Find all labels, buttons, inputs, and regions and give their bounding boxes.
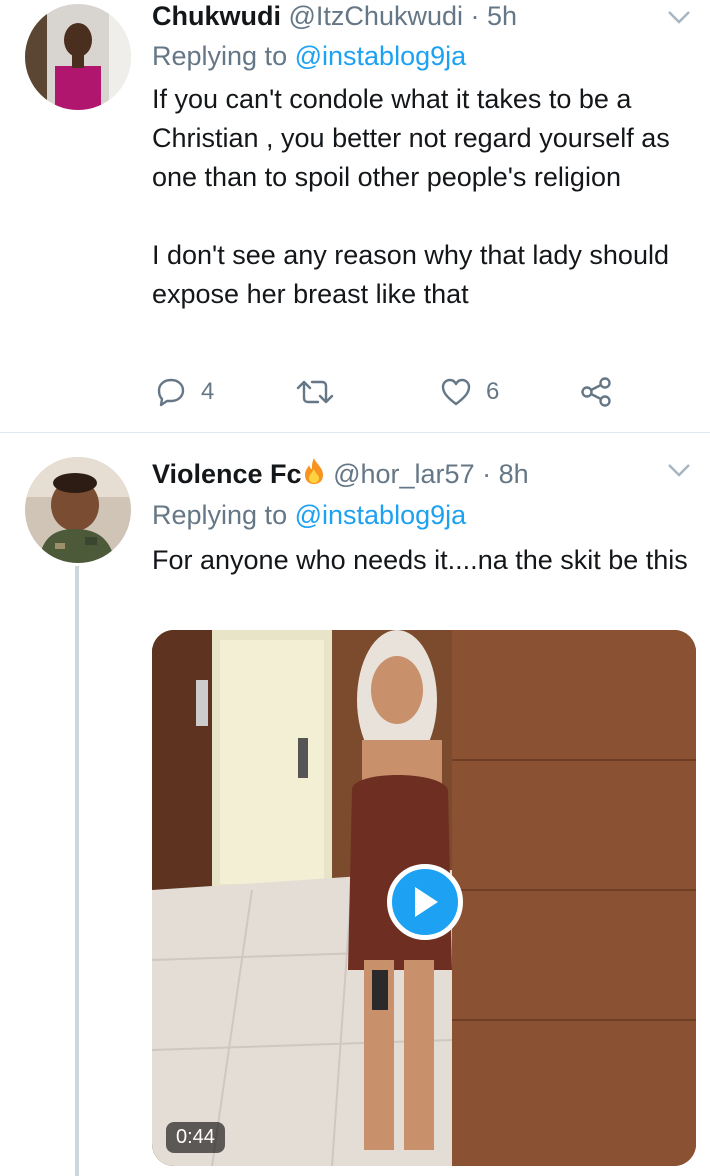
thread-line [75, 566, 79, 1176]
display-name[interactable]: Violence Fc [152, 459, 302, 489]
timestamp[interactable]: · 5h [471, 1, 518, 31]
mention-link[interactable]: @instablog9ja [295, 500, 467, 530]
replying-to: Replying to @instablog9ja [152, 40, 466, 72]
like-button[interactable]: 6 [440, 372, 499, 412]
heart-icon [441, 378, 471, 406]
fire-emoji-icon [302, 457, 326, 492]
video-duration: 0:44 [166, 1122, 225, 1153]
tweet-paragraph: For anyone who needs it....na the skit b… [152, 545, 688, 575]
tweet-header: Violence Fc @hor_lar57 · 8h [152, 457, 529, 492]
user-handle[interactable]: @ItzChukwudi [289, 1, 463, 31]
chevron-down-icon[interactable] [666, 4, 692, 30]
share-button[interactable] [580, 372, 612, 412]
user-handle[interactable]: @hor_lar57 [333, 459, 475, 489]
play-button[interactable] [387, 864, 463, 940]
share-icon [581, 377, 611, 407]
mention-link[interactable]: @instablog9ja [295, 41, 467, 71]
reply-count: 4 [201, 378, 215, 405]
timestamp[interactable]: · 8h [482, 459, 529, 489]
avatar[interactable] [25, 4, 131, 110]
tweet-actions: 4 6 [152, 372, 622, 412]
tweet-text: If you can't condole what it takes to be… [152, 80, 697, 314]
reply-icon [157, 378, 185, 407]
video-player[interactable]: 0:44 [152, 630, 696, 1166]
display-name[interactable]: Chukwudi [152, 1, 281, 31]
tweet-violence-fc[interactable]: Violence Fc @hor_lar57 · 8h Replying to … [0, 433, 710, 1176]
tweet-paragraph: I don't see any reason why that lady sho… [152, 240, 669, 309]
play-icon [415, 887, 438, 917]
retweet-icon [296, 380, 334, 404]
tweet-paragraph: If you can't condole what it takes to be… [152, 84, 670, 192]
tweet-chukwudi[interactable]: Chukwudi @ItzChukwudi · 5h Replying to @… [0, 0, 710, 433]
reply-button[interactable]: 4 [155, 372, 214, 412]
tweet-text: For anyone who needs it....na the skit b… [152, 541, 697, 580]
like-count: 6 [486, 378, 500, 405]
chevron-down-icon[interactable] [666, 457, 692, 483]
replying-to-label: Replying to [152, 41, 288, 71]
replying-to-label: Replying to [152, 500, 288, 530]
avatar[interactable] [25, 457, 131, 563]
retweet-button[interactable] [296, 372, 348, 412]
tweet-header: Chukwudi @ItzChukwudi · 5h [152, 0, 517, 32]
replying-to: Replying to @instablog9ja [152, 499, 466, 531]
